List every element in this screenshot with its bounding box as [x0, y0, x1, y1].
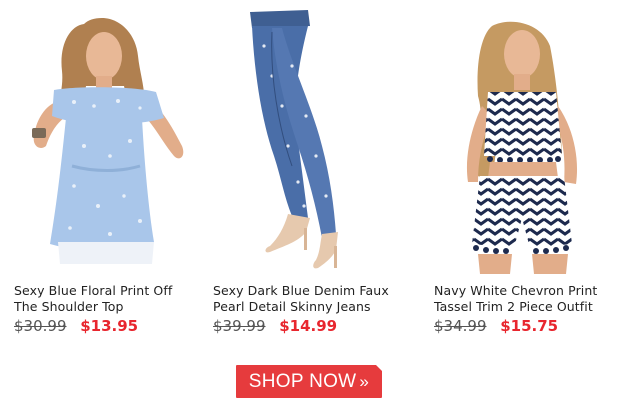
product-title[interactable]: Sexy Dark Blue Denim Faux Pearl Detail S…	[213, 283, 413, 315]
product-title-line[interactable]: Pearl Detail Skinny Jeans	[213, 299, 413, 315]
price-row: $30.99 $13.95	[14, 317, 138, 335]
original-price: $30.99	[14, 317, 67, 335]
product-title-line[interactable]: Tassel Trim 2 Piece Outfit	[434, 299, 618, 315]
product-title-line[interactable]: Navy White Chevron Print	[434, 283, 618, 299]
double-chevron-right-icon: »	[359, 371, 370, 391]
product-image-blue-floral-top[interactable]	[14, 6, 200, 274]
corner-fold-decoration	[376, 365, 382, 371]
product-title-line[interactable]: The Shoulder Top	[14, 299, 204, 315]
product-image-denim-jeans[interactable]	[212, 6, 398, 274]
model-blue-floral-top-image	[32, 18, 184, 264]
product-title[interactable]: Sexy Blue Floral Print Off The Shoulder …	[14, 283, 204, 315]
product-title[interactable]: Navy White Chevron Print Tassel Trim 2 P…	[434, 283, 618, 315]
shop-now-label: SHOP NOW	[248, 370, 357, 392]
sale-price: $15.75	[500, 317, 559, 335]
product-image-chevron-outfit[interactable]	[432, 6, 618, 274]
price-row: $39.99 $14.99	[213, 317, 337, 335]
model-chevron-outfit-image	[466, 21, 578, 274]
original-price: $39.99	[213, 317, 266, 335]
product-title-line[interactable]: Sexy Dark Blue Denim Faux	[213, 283, 413, 299]
shop-now-button[interactable]: SHOP NOW »	[236, 365, 382, 398]
sale-price: $14.99	[279, 317, 338, 335]
original-price: $34.99	[434, 317, 487, 335]
model-denim-jeans-image	[250, 10, 338, 269]
sale-price: $13.95	[80, 317, 139, 335]
price-row: $34.99 $15.75	[434, 317, 558, 335]
product-title-line[interactable]: Sexy Blue Floral Print Off	[14, 283, 204, 299]
